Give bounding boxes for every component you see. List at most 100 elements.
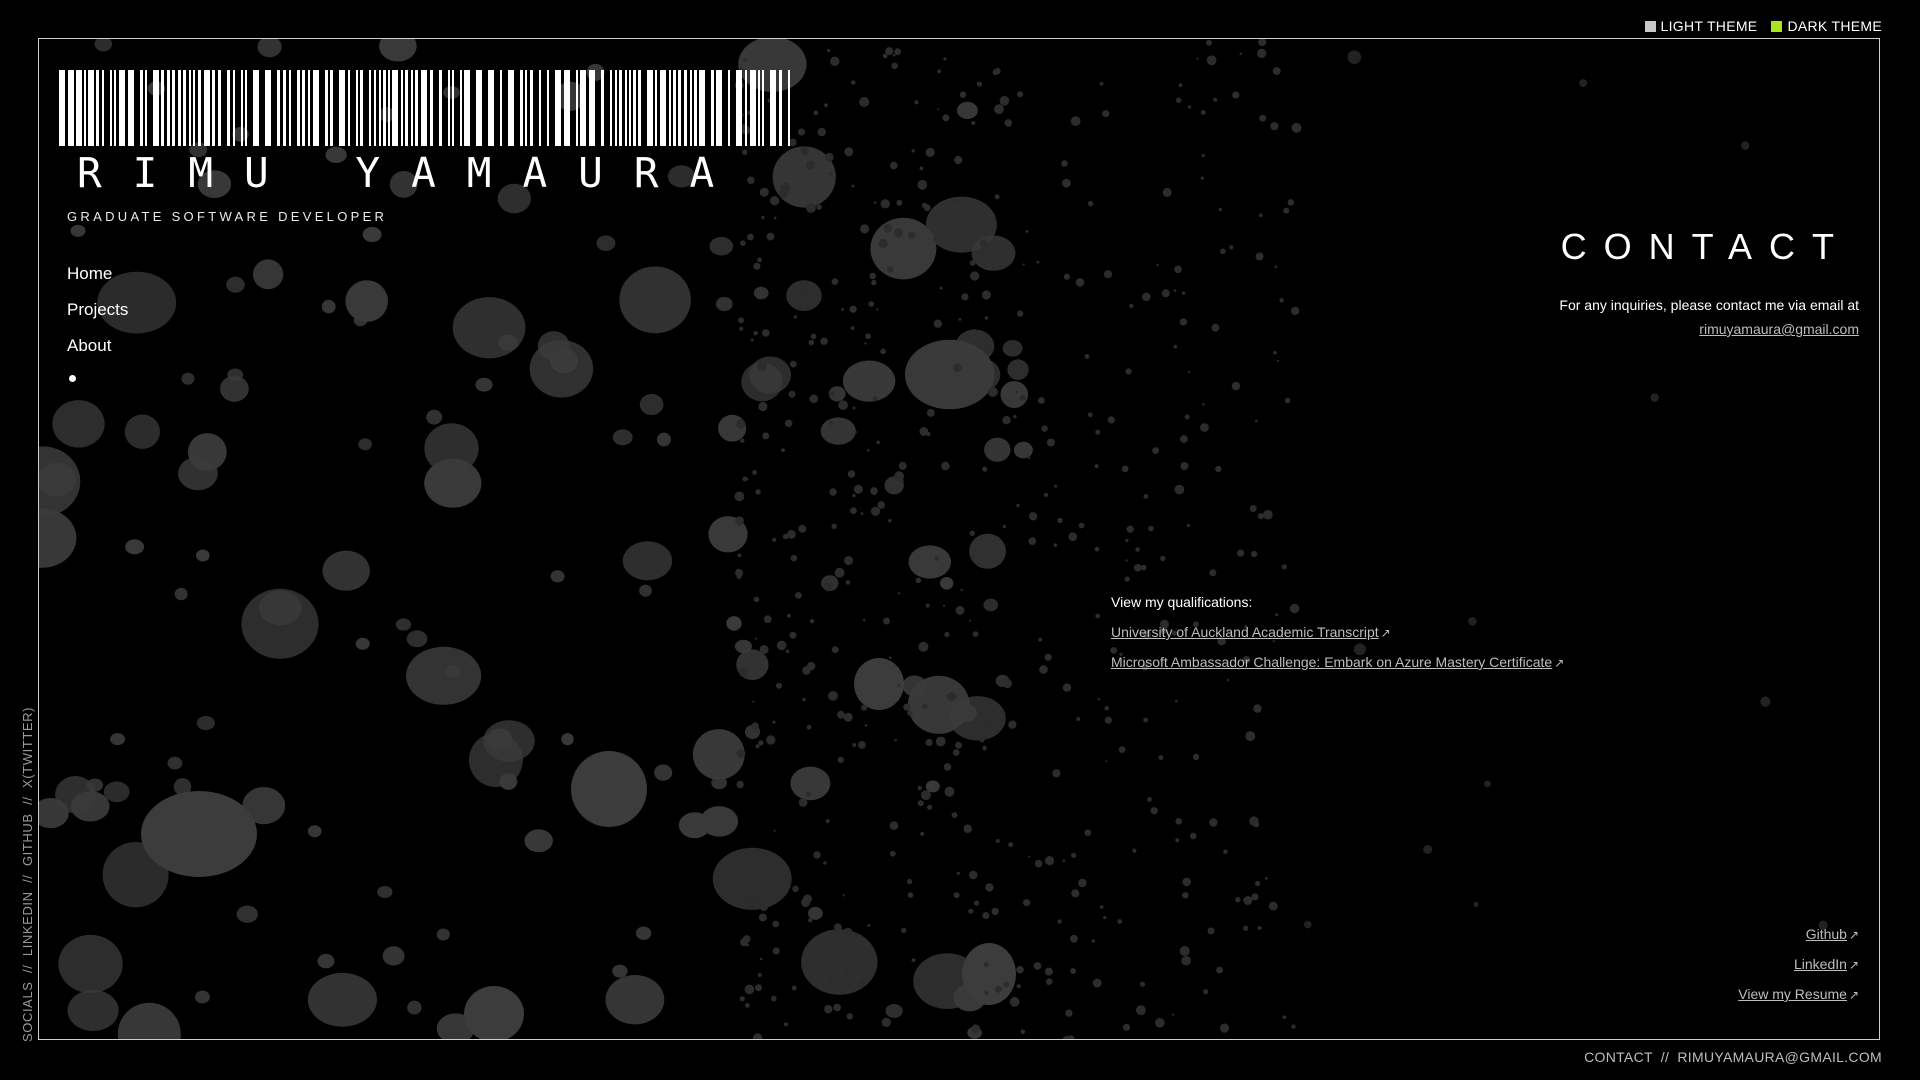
particle (979, 239, 988, 248)
azure-certificate-link[interactable]: Microsoft Ambassador Challenge: Embark o… (1111, 654, 1564, 670)
barcode-bar (728, 70, 730, 146)
bubble (635, 926, 652, 940)
particle (1046, 980, 1051, 985)
barcode-bar (525, 70, 527, 146)
particle (1002, 416, 1011, 425)
github-link[interactable]: Github ↗ (1738, 926, 1859, 942)
barcode-bar (669, 70, 671, 146)
particle (920, 790, 931, 801)
particle (739, 326, 744, 331)
barcode-bar (178, 70, 181, 146)
particle (752, 700, 755, 703)
particle (1008, 720, 1017, 729)
particle (1255, 252, 1264, 261)
dark-theme-toggle[interactable]: DARK THEME (1771, 18, 1882, 34)
particle (925, 738, 933, 747)
bubble (983, 598, 999, 612)
particle (1084, 829, 1092, 836)
bubble (596, 235, 616, 251)
barcode-bar (289, 70, 291, 146)
particle (867, 449, 870, 452)
particle (805, 791, 812, 797)
nav-about[interactable]: About (67, 336, 128, 356)
particle (889, 821, 899, 830)
bubble (322, 550, 370, 591)
social-github[interactable]: GITHUB (20, 813, 35, 866)
transcript-link[interactable]: University of Auckland Academic Transcri… (1111, 624, 1564, 640)
particle (1263, 509, 1273, 520)
particle (1117, 919, 1123, 924)
particle (843, 712, 853, 722)
barcode-bar (167, 70, 170, 146)
nav-home[interactable]: Home (67, 264, 128, 284)
light-theme-toggle[interactable]: LIGHT THEME (1644, 18, 1758, 34)
social-twitter[interactable]: X(TWITTER) (20, 707, 35, 788)
particle (1196, 57, 1199, 60)
particle (933, 319, 942, 328)
social-linkedin[interactable]: LINKEDIN (20, 891, 35, 956)
particle (869, 272, 876, 280)
particle (939, 286, 943, 290)
resume-link[interactable]: View my Resume ↗ (1738, 986, 1859, 1002)
particle (824, 103, 828, 108)
particle (1095, 613, 1100, 619)
bubble (483, 720, 535, 762)
particle (829, 391, 835, 397)
particle (851, 80, 856, 85)
particle (1179, 318, 1188, 326)
particle (859, 97, 870, 107)
particle (742, 476, 748, 482)
bubble (524, 829, 553, 853)
particle (1016, 503, 1020, 508)
particle (922, 703, 928, 710)
external-link-icon: ↗ (1848, 928, 1859, 942)
particle (911, 958, 916, 963)
particle (1087, 200, 1094, 207)
particle (750, 338, 754, 342)
particle (952, 749, 960, 756)
particle (753, 331, 758, 336)
barcode-bar (339, 70, 345, 146)
particle (937, 69, 942, 74)
particle (759, 902, 769, 912)
particle (1044, 653, 1052, 661)
particle (817, 127, 826, 137)
particle (1068, 532, 1078, 542)
linkedin-link[interactable]: LinkedIn ↗ (1738, 956, 1859, 972)
particle (744, 1003, 750, 1008)
particle (1044, 967, 1053, 976)
particle (1121, 465, 1129, 473)
particle (942, 114, 950, 122)
particle (816, 204, 822, 210)
particle (1002, 678, 1012, 689)
particle (897, 592, 901, 595)
particle (1175, 838, 1180, 843)
particle (1139, 981, 1146, 987)
particle (824, 152, 834, 162)
particle (852, 493, 856, 498)
particle (755, 984, 762, 992)
bubble (436, 928, 450, 941)
particle (798, 798, 808, 807)
footer-email[interactable]: RIMUYAMAURA@GMAIL.COM (1677, 1049, 1882, 1065)
particle (970, 271, 980, 281)
particle (800, 146, 809, 156)
particle (747, 233, 754, 241)
particle (759, 645, 769, 655)
contact-email-link[interactable]: rimuyamaura@gmail.com (1699, 321, 1859, 337)
particle (852, 406, 856, 410)
particle (1017, 91, 1024, 98)
barcode-bar (59, 70, 65, 146)
particle (1251, 550, 1258, 558)
particle (1232, 91, 1240, 99)
barcode-bar (76, 70, 82, 146)
nav-projects[interactable]: Projects (67, 300, 128, 320)
particle (825, 819, 830, 824)
particle (1180, 435, 1188, 443)
particle (1025, 230, 1029, 233)
footer-contact-label[interactable]: CONTACT (1584, 1049, 1652, 1065)
particle (1216, 966, 1223, 974)
particle (1099, 905, 1104, 909)
particle (1158, 755, 1164, 761)
particle (919, 166, 924, 171)
